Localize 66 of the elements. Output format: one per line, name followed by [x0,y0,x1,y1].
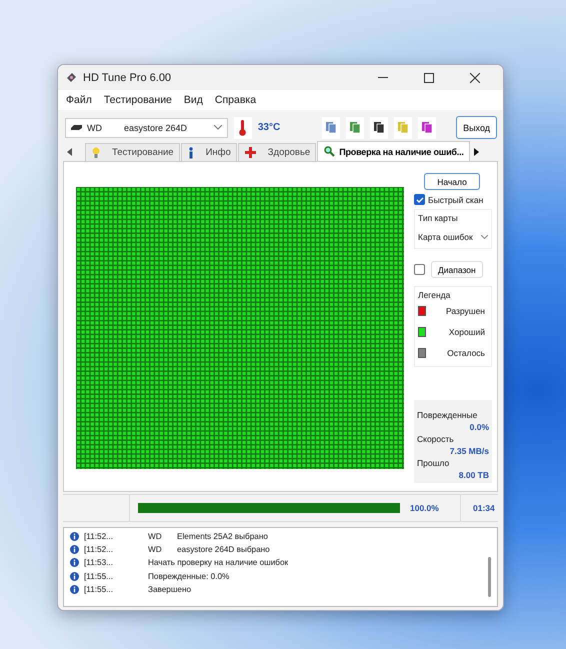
legend-label: Осталось [447,348,485,358]
app-icon [66,72,77,83]
log-message: Поврежденные: 0.0% [148,572,230,581]
quick-scan-checkbox[interactable] [414,194,425,205]
scroll-left-icon[interactable] [67,148,72,156]
maximize-icon[interactable] [424,72,434,82]
group-label: Легенда [418,290,452,300]
info-icon [188,146,194,158]
thermometer-icon [239,120,246,136]
log-time: [11:52... [84,545,114,554]
progress-reading: 100.0% [410,503,440,513]
log-message: easystore 264D выбрано [177,545,270,554]
tab[interactable]: Здоровье [238,143,316,161]
chevron-down-icon [481,235,488,239]
stat-label: Скорость [417,434,455,444]
stat-label: Поврежденные [417,410,478,420]
info-icon [70,572,79,581]
log-source: WD [148,545,163,554]
log-message: Elements 25A2 выбрано [177,532,268,542]
log-time: [11:52... [84,532,114,542]
info-icon [70,532,79,542]
menu-item[interactable]: Справка [208,94,262,106]
stat-value: 8.00 TB [458,470,489,480]
stat-value: 7.35 MB/s [450,446,489,456]
scroll-right-icon[interactable] [474,148,479,156]
tab[interactable]: Тестирование [85,143,180,161]
info-icon [70,558,79,568]
stat-value: 0.0% [470,422,489,432]
drive-icon [71,125,82,130]
info-icon [70,545,79,554]
stat-label: Прошло [417,458,450,468]
range-checkbox[interactable] [414,264,425,275]
magnifier-icon [324,146,336,157]
legend-label: Хороший [448,326,485,336]
menu-item[interactable]: Вид [178,94,209,106]
light-bulb-icon [92,146,100,158]
menu-item[interactable]: Тестирование [98,94,178,106]
copy-button[interactable] [346,116,364,138]
chevron-down-icon [214,125,222,130]
temperature-reading: 33°C [258,122,282,133]
menu-item[interactable]: Файл [60,94,98,106]
group-label: Тип карты [418,213,459,223]
info-icon [70,584,79,594]
log-time: [11:55... [84,572,114,581]
legend-label: Разрушен [446,306,485,316]
log-source: WD [148,532,163,542]
copy-icon [326,122,337,133]
window-title: HD Tune Pro 6.00 [83,72,172,84]
drive-dropdown[interactable]: WD easystore 264D [65,118,228,138]
tab[interactable]: Проверка на наличие ошиб... [317,141,470,161]
range-button[interactable]: Диапазон [431,261,483,278]
scrollbar-thumb[interactable] [488,557,491,597]
log-message: Начать проверку на наличие ошибок [148,558,288,568]
thermometer-button[interactable] [234,116,252,138]
medical-cross-icon [244,147,256,158]
start-button[interactable]: Начало [424,173,480,190]
tab[interactable]: Инфо [180,143,237,161]
log-time: [11:53... [84,558,114,568]
log-time: [11:55... [84,584,114,594]
checkbox-label: Быстрый скан [428,194,484,204]
exit-button[interactable]: Выход [456,116,498,139]
elapsed-time: 01:34 [460,495,495,521]
close-icon[interactable] [470,72,480,82]
copy-icon [350,122,361,133]
copy-button[interactable] [322,116,340,138]
log-message: Завершено [148,584,192,594]
